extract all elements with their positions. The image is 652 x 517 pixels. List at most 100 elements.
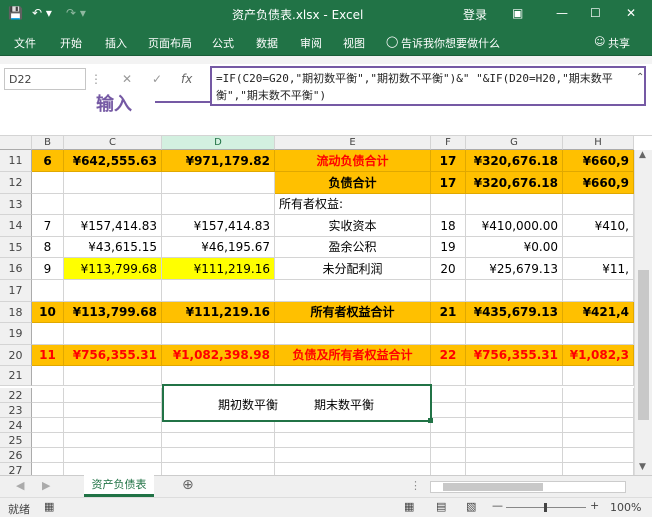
grid-cell[interactable] <box>563 323 634 345</box>
col-header-d[interactable]: D <box>162 136 275 150</box>
grid-cell[interactable]: ¥660,9 <box>563 150 634 172</box>
grid-cell[interactable] <box>466 280 563 302</box>
grid-cell[interactable]: 实收资本 <box>275 215 431 237</box>
grid-cell[interactable] <box>431 323 466 345</box>
grid-cell[interactable]: ¥157,414.83 <box>162 215 275 237</box>
cancel-icon[interactable]: ✕ <box>122 72 132 86</box>
redo-icon[interactable]: ↷ ▾ <box>66 6 86 20</box>
grid-cell[interactable]: ¥410,000.00 <box>466 215 563 237</box>
grid-cell[interactable] <box>32 194 64 215</box>
page-break-view-icon[interactable]: ▧ <box>466 500 476 513</box>
grid-cell[interactable] <box>275 433 431 448</box>
page-layout-view-icon[interactable]: ▤ <box>436 500 446 513</box>
grid-cell[interactable] <box>466 418 563 433</box>
row-header[interactable]: 24 <box>0 418 32 433</box>
grid-cell[interactable]: ¥320,676.18 <box>466 172 563 194</box>
col-header-b[interactable]: B <box>32 136 64 150</box>
zoom-slider-thumb[interactable] <box>544 503 547 512</box>
grid-cell[interactable] <box>431 448 466 463</box>
row-header[interactable]: 18 <box>0 302 32 323</box>
grid-cell[interactable] <box>32 280 64 302</box>
grid-cell[interactable]: 负债合计 <box>275 172 431 194</box>
tab-formulas[interactable]: 公式 <box>212 35 234 51</box>
grid-cell[interactable] <box>32 172 64 194</box>
grid-cell[interactable] <box>32 366 64 386</box>
tab-review[interactable]: 审阅 <box>300 35 322 51</box>
login-button[interactable]: 登录 <box>463 6 487 23</box>
zoom-out-icon[interactable]: — <box>492 499 503 512</box>
scroll-down-icon[interactable]: ▼ <box>639 462 646 472</box>
grid-cell[interactable] <box>162 448 275 463</box>
grid-cell[interactable] <box>466 403 563 418</box>
maximize-icon[interactable]: ☐ <box>590 6 601 20</box>
grid-cell[interactable]: ¥25,679.13 <box>466 258 563 280</box>
grid-cell[interactable] <box>563 448 634 463</box>
grid-cell[interactable] <box>466 323 563 345</box>
col-header-c[interactable]: C <box>64 136 162 150</box>
grid-cell[interactable] <box>275 366 431 386</box>
minimize-icon[interactable]: — <box>556 6 568 20</box>
grid-cell[interactable] <box>431 418 466 433</box>
grid-cell[interactable]: 17 <box>431 172 466 194</box>
grid-cell[interactable] <box>162 194 275 215</box>
row-header[interactable]: 26 <box>0 448 32 463</box>
grid-cell[interactable]: 9 <box>32 258 64 280</box>
grid-cell[interactable] <box>32 433 64 448</box>
grid-cell[interactable]: 负债及所有者权益合计 <box>275 345 431 366</box>
row-header[interactable]: 16 <box>0 258 32 280</box>
col-header-g[interactable]: G <box>466 136 563 150</box>
grid-cell[interactable] <box>64 194 162 215</box>
grid-cell[interactable] <box>431 194 466 215</box>
grid-cell[interactable] <box>431 388 466 403</box>
grid-cell[interactable]: ¥971,179.82 <box>162 150 275 172</box>
grid-cell[interactable]: ¥1,082,3 <box>563 345 634 366</box>
result-cell[interactable]: 期初数平衡 期末数平衡 <box>162 384 433 423</box>
grid-cell[interactable] <box>466 194 563 215</box>
grid-cell[interactable] <box>162 366 275 386</box>
grid-cell[interactable]: 11 <box>32 345 64 366</box>
grid-cell[interactable] <box>64 323 162 345</box>
grid-cell[interactable]: ¥113,799.68 <box>64 258 162 280</box>
grid-cell[interactable]: 21 <box>431 302 466 323</box>
grid-cell[interactable]: ¥43,615.15 <box>64 237 162 258</box>
share-button[interactable]: 共享 <box>608 35 630 51</box>
grid-cell[interactable]: 8 <box>32 237 64 258</box>
grid-cell[interactable]: 7 <box>32 215 64 237</box>
prev-sheet-icon[interactable]: ◀ <box>16 479 24 492</box>
row-header[interactable]: 19 <box>0 323 32 345</box>
grid-cell[interactable]: 所有者权益合计 <box>275 302 431 323</box>
row-header[interactable]: 21 <box>0 366 32 386</box>
grid-cell[interactable] <box>64 280 162 302</box>
close-icon[interactable]: ✕ <box>626 6 636 20</box>
grid-cell[interactable]: ¥111,219.16 <box>162 258 275 280</box>
add-sheet-icon[interactable]: ⊕ <box>182 477 194 493</box>
grid-cell[interactable] <box>64 448 162 463</box>
grid-cell[interactable] <box>431 433 466 448</box>
tab-home[interactable]: 开始 <box>60 35 82 51</box>
col-header-h[interactable]: H <box>563 136 634 150</box>
save-icon[interactable]: 💾 <box>8 6 23 20</box>
macro-record-icon[interactable]: ▦ <box>44 500 54 513</box>
grid-cell[interactable] <box>563 237 634 258</box>
grid-cell[interactable] <box>64 172 162 194</box>
grid-cell[interactable]: ¥111,219.16 <box>162 302 275 323</box>
grid-cell[interactable]: ¥756,355.31 <box>466 345 563 366</box>
grid-cell[interactable] <box>563 388 634 403</box>
grid-cell[interactable]: 未分配利润 <box>275 258 431 280</box>
grid-cell[interactable] <box>162 323 275 345</box>
row-header[interactable]: 13 <box>0 194 32 215</box>
grid-cell[interactable] <box>466 433 563 448</box>
enter-icon[interactable]: ✓ <box>152 72 162 86</box>
grid-cell[interactable]: ¥410, <box>563 215 634 237</box>
grid-cell[interactable] <box>64 388 162 403</box>
grid-cell[interactable] <box>64 418 162 433</box>
ribbon-display-icon[interactable]: ▣ <box>512 6 523 20</box>
grid-cell[interactable]: ¥46,195.67 <box>162 237 275 258</box>
grid-cell[interactable]: ¥11, <box>563 258 634 280</box>
grid-cell[interactable] <box>563 366 634 386</box>
name-box[interactable]: D22 <box>4 68 86 90</box>
grid-cell[interactable]: 10 <box>32 302 64 323</box>
collapse-formula-icon[interactable]: ⌃ <box>636 72 644 83</box>
sheet-tab-active[interactable]: 资产负债表 <box>84 475 154 497</box>
col-header-e[interactable]: E <box>275 136 431 150</box>
